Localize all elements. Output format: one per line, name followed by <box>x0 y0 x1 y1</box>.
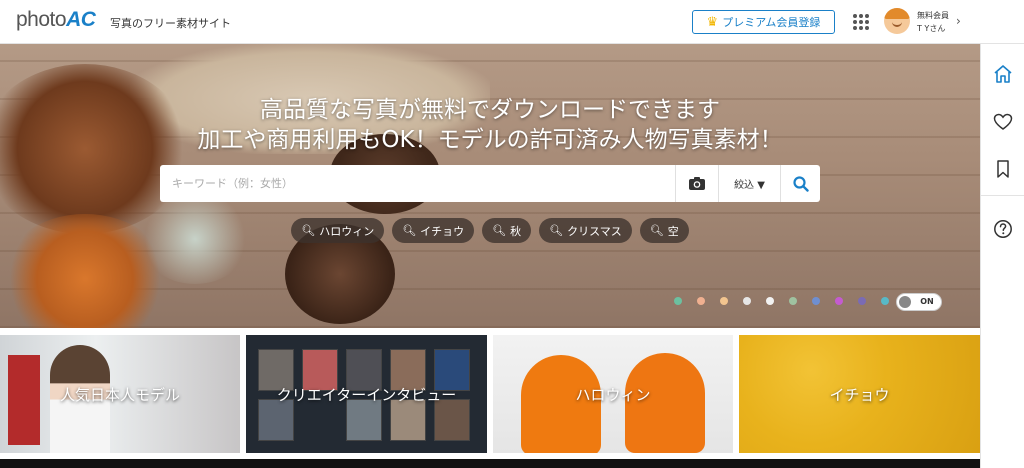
bottom-strip <box>0 459 980 468</box>
search-icon: 🔍︎ <box>492 224 507 237</box>
color-dot[interactable] <box>720 297 728 305</box>
tag-chip[interactable]: 🔍︎ クリスマス <box>539 218 632 243</box>
heart-icon[interactable] <box>993 112 1013 132</box>
chevron-right-icon[interactable]: › <box>956 14 961 28</box>
search-input[interactable] <box>160 165 675 202</box>
hero-banner: 高品質な写真が無料でダウンロードできます 加工や商用利用もOK！モデルの許可済み… <box>0 44 980 328</box>
slideshow-toggle[interactable]: ON <box>896 293 942 311</box>
tile-bg-photo <box>390 399 426 441</box>
category-label: クリエイターインタビュー <box>276 385 457 404</box>
help-icon[interactable] <box>993 219 1013 239</box>
premium-signup-label: プレミアム会員登録 <box>722 16 821 29</box>
popular-tags: 🔍︎ ハロウィン 🔍︎ イチョウ 🔍︎ 秋 🔍︎ クリスマス 🔍︎ 空 <box>0 218 980 243</box>
tag-chip[interactable]: 🔍︎ イチョウ <box>392 218 475 243</box>
search-icon: 🔍︎ <box>649 224 664 237</box>
category-label: イチョウ <box>829 385 890 404</box>
search-icon: 🔍︎ <box>301 224 316 237</box>
tag-chip[interactable]: 🔍︎ ハロウィン <box>291 218 385 243</box>
tile-bg-photo <box>258 399 294 441</box>
color-dot[interactable] <box>674 297 682 305</box>
hero-title-line2: 加工や商用利用もOK！モデルの許可済み人物写真素材！ <box>197 127 783 153</box>
category-tiles: 人気日本人モデル クリエイターインタビュー ハロウィン イチョウ <box>0 335 980 453</box>
user-plan-label: 無料会員 <box>917 11 949 20</box>
tag-chip[interactable]: 🔍︎ 秋 <box>482 218 532 243</box>
tag-label: クリスマス <box>567 224 622 238</box>
site-logo[interactable]: photoAC <box>16 8 96 32</box>
tag-label: ハロウィン <box>319 224 375 238</box>
logo-ac-text: AC <box>66 8 96 31</box>
color-dot[interactable] <box>858 297 866 305</box>
toggle-label: ON <box>920 297 934 306</box>
apps-grid-icon[interactable] <box>853 14 869 30</box>
tile-bg-photo <box>434 399 470 441</box>
camera-search-button[interactable] <box>675 165 718 202</box>
color-dot[interactable] <box>835 297 843 305</box>
logo-photo-text: photo <box>16 8 67 31</box>
avatar[interactable] <box>884 8 910 34</box>
color-dot[interactable] <box>881 297 889 305</box>
tag-chip[interactable]: 🔍︎ 空 <box>639 218 689 243</box>
premium-signup-button[interactable]: ♛ プレミアム会員登録 <box>692 10 835 34</box>
tag-label: 空 <box>667 224 679 238</box>
color-dot[interactable] <box>743 297 751 305</box>
category-tile-ginkgo[interactable]: イチョウ <box>739 335 980 453</box>
tile-bg-photo <box>346 399 382 441</box>
camera-icon <box>689 177 705 190</box>
user-name-label: T Yさん <box>917 24 946 33</box>
category-tile-models[interactable]: 人気日本人モデル <box>0 335 240 453</box>
tile-bg-frame <box>8 355 40 445</box>
search-icon: 🔍︎ <box>549 224 564 237</box>
toggle-knob <box>899 296 911 308</box>
filter-button[interactable]: 絞込 ▼ <box>718 165 780 202</box>
category-label: ハロウィン <box>575 385 651 404</box>
home-icon[interactable] <box>993 64 1013 84</box>
site-tagline: 写真のフリー素材サイト <box>110 17 231 30</box>
tag-label: イチョウ <box>420 224 465 238</box>
bookmark-icon[interactable] <box>993 159 1013 179</box>
category-tile-halloween[interactable]: ハロウィン <box>493 335 733 453</box>
search-button[interactable] <box>780 165 820 202</box>
filter-label: 絞込 ▼ <box>734 180 765 191</box>
category-tile-interview[interactable]: クリエイターインタビュー <box>246 335 487 453</box>
color-filter-dots <box>674 297 889 305</box>
color-dot[interactable] <box>766 297 774 305</box>
search-icon <box>792 175 809 192</box>
site-header: photoAC 写真のフリー素材サイト ♛ プレミアム会員登録 無料会員 T Y… <box>0 0 1024 44</box>
hero-title-line1: 高品質な写真が無料でダウンロードできます <box>260 97 720 123</box>
search-bar: 絞込 ▼ <box>160 165 820 202</box>
tag-label: 秋 <box>510 224 522 238</box>
color-dot[interactable] <box>789 297 797 305</box>
category-label: 人気日本人モデル <box>59 385 180 404</box>
sidebar-divider <box>981 195 1024 196</box>
crown-icon: ♛ <box>706 14 719 30</box>
color-dot[interactable] <box>812 297 820 305</box>
color-dot[interactable] <box>697 297 705 305</box>
right-sidebar <box>980 44 1024 468</box>
search-icon: 🔍︎ <box>402 224 417 237</box>
